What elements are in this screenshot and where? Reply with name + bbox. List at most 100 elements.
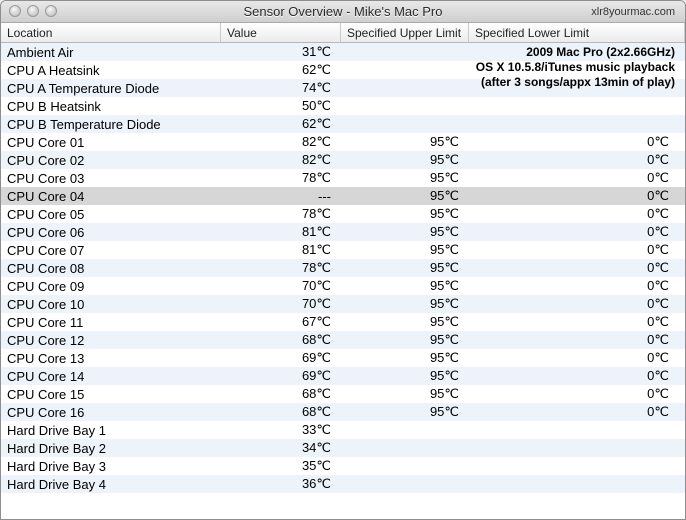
cell-upper-limit: 95℃: [341, 404, 469, 420]
cell-value: 68℃: [221, 386, 341, 402]
table-row[interactable]: Ambient Air31℃: [1, 43, 685, 61]
cell-lower-limit: 0℃: [469, 242, 685, 258]
cell-location: CPU Core 13: [1, 351, 221, 366]
table-row[interactable]: CPU Core 0378℃95℃0℃: [1, 169, 685, 187]
cell-location: Hard Drive Bay 4: [1, 477, 221, 492]
table-row[interactable]: CPU Core 0681℃95℃0℃: [1, 223, 685, 241]
zoom-icon[interactable]: [45, 5, 57, 17]
cell-value: 82℃: [221, 134, 341, 150]
cell-value: 34℃: [221, 440, 341, 456]
header-upper-limit[interactable]: Specified Upper Limit: [341, 23, 469, 42]
cell-location: Hard Drive Bay 2: [1, 441, 221, 456]
cell-upper-limit: 95℃: [341, 296, 469, 312]
table-row[interactable]: CPU Core 1668℃95℃0℃: [1, 403, 685, 421]
table-row[interactable]: CPU Core 04---95℃0℃: [1, 187, 685, 205]
cell-location: CPU Core 14: [1, 369, 221, 384]
cell-location: CPU Core 06: [1, 225, 221, 240]
table-row[interactable]: CPU Core 1268℃95℃0℃: [1, 331, 685, 349]
cell-value: 78℃: [221, 260, 341, 276]
cell-upper-limit: 95℃: [341, 170, 469, 186]
cell-lower-limit: 0℃: [469, 278, 685, 294]
cell-upper-limit: 95℃: [341, 260, 469, 276]
cell-lower-limit: 0℃: [469, 404, 685, 420]
cell-location: CPU Core 05: [1, 207, 221, 222]
titlebar[interactable]: Sensor Overview - Mike's Mac Pro xlr8you…: [1, 1, 685, 23]
cell-location: CPU B Temperature Diode: [1, 117, 221, 132]
cell-location: CPU Core 15: [1, 387, 221, 402]
cell-upper-limit: 95℃: [341, 152, 469, 168]
cell-value: 36℃: [221, 476, 341, 492]
table-row[interactable]: Hard Drive Bay 234℃: [1, 439, 685, 457]
table-row[interactable]: CPU Core 0781℃95℃0℃: [1, 241, 685, 259]
table-row[interactable]: CPU B Temperature Diode62℃: [1, 115, 685, 133]
table-body[interactable]: Ambient Air31℃CPU A Heatsink62℃CPU A Tem…: [1, 43, 685, 519]
cell-location: CPU Core 01: [1, 135, 221, 150]
table-row[interactable]: CPU Core 0878℃95℃0℃: [1, 259, 685, 277]
table-row[interactable]: CPU Core 1070℃95℃0℃: [1, 295, 685, 313]
cell-location: CPU Core 16: [1, 405, 221, 420]
cell-lower-limit: 0℃: [469, 332, 685, 348]
column-headers: Location Value Specified Upper Limit Spe…: [1, 23, 685, 43]
cell-upper-limit: 95℃: [341, 314, 469, 330]
cell-location: Hard Drive Bay 3: [1, 459, 221, 474]
cell-value: 68℃: [221, 332, 341, 348]
cell-lower-limit: 0℃: [469, 206, 685, 222]
table-row[interactable]: CPU B Heatsink50℃: [1, 97, 685, 115]
cell-location: CPU Core 12: [1, 333, 221, 348]
table-row[interactable]: CPU Core 1167℃95℃0℃: [1, 313, 685, 331]
table-row[interactable]: CPU Core 1469℃95℃0℃: [1, 367, 685, 385]
cell-lower-limit: 0℃: [469, 368, 685, 384]
cell-lower-limit: 0℃: [469, 152, 685, 168]
cell-value: 74℃: [221, 80, 341, 96]
table-row[interactable]: Hard Drive Bay 133℃: [1, 421, 685, 439]
cell-location: CPU Core 04: [1, 189, 221, 204]
cell-location: CPU Core 11: [1, 315, 221, 330]
table-row[interactable]: CPU Core 0578℃95℃0℃: [1, 205, 685, 223]
cell-upper-limit: 95℃: [341, 242, 469, 258]
cell-lower-limit: 0℃: [469, 386, 685, 402]
cell-lower-limit: 0℃: [469, 188, 685, 204]
cell-upper-limit: 95℃: [341, 206, 469, 222]
cell-location: CPU A Temperature Diode: [1, 81, 221, 96]
window-title: Sensor Overview - Mike's Mac Pro: [1, 4, 685, 19]
cell-upper-limit: 95℃: [341, 224, 469, 240]
cell-value: 78℃: [221, 170, 341, 186]
brand-label: xlr8yourmac.com: [591, 6, 675, 18]
table-row[interactable]: CPU Core 0182℃95℃0℃: [1, 133, 685, 151]
minimize-icon[interactable]: [27, 5, 39, 17]
cell-value: 70℃: [221, 278, 341, 294]
cell-upper-limit: 95℃: [341, 134, 469, 150]
header-location[interactable]: Location: [1, 23, 221, 42]
cell-value: ---: [221, 189, 341, 204]
cell-location: CPU Core 10: [1, 297, 221, 312]
cell-value: 67℃: [221, 314, 341, 330]
table-row[interactable]: CPU A Temperature Diode74℃: [1, 79, 685, 97]
cell-location: CPU B Heatsink: [1, 99, 221, 114]
table-row[interactable]: CPU Core 0970℃95℃0℃: [1, 277, 685, 295]
table-row[interactable]: CPU Core 1568℃95℃0℃: [1, 385, 685, 403]
cell-lower-limit: 0℃: [469, 314, 685, 330]
cell-upper-limit: 95℃: [341, 278, 469, 294]
cell-value: 69℃: [221, 368, 341, 384]
table-row[interactable]: Hard Drive Bay 335℃: [1, 457, 685, 475]
table-row[interactable]: Hard Drive Bay 436℃: [1, 475, 685, 493]
table-row[interactable]: CPU A Heatsink62℃: [1, 61, 685, 79]
close-icon[interactable]: [9, 5, 21, 17]
cell-location: CPU Core 07: [1, 243, 221, 258]
cell-location: CPU A Heatsink: [1, 63, 221, 78]
cell-value: 50℃: [221, 98, 341, 114]
cell-location: Ambient Air: [1, 45, 221, 60]
cell-value: 35℃: [221, 458, 341, 474]
table-row[interactable]: CPU Core 0282℃95℃0℃: [1, 151, 685, 169]
cell-location: CPU Core 02: [1, 153, 221, 168]
app-window: Sensor Overview - Mike's Mac Pro xlr8you…: [0, 0, 686, 520]
header-lower-limit[interactable]: Specified Lower Limit: [469, 23, 685, 42]
cell-lower-limit: 0℃: [469, 224, 685, 240]
cell-value: 62℃: [221, 62, 341, 78]
cell-value: 81℃: [221, 224, 341, 240]
table-row[interactable]: CPU Core 1369℃95℃0℃: [1, 349, 685, 367]
cell-value: 82℃: [221, 152, 341, 168]
header-value[interactable]: Value: [221, 23, 341, 42]
cell-upper-limit: 95℃: [341, 332, 469, 348]
cell-location: CPU Core 09: [1, 279, 221, 294]
